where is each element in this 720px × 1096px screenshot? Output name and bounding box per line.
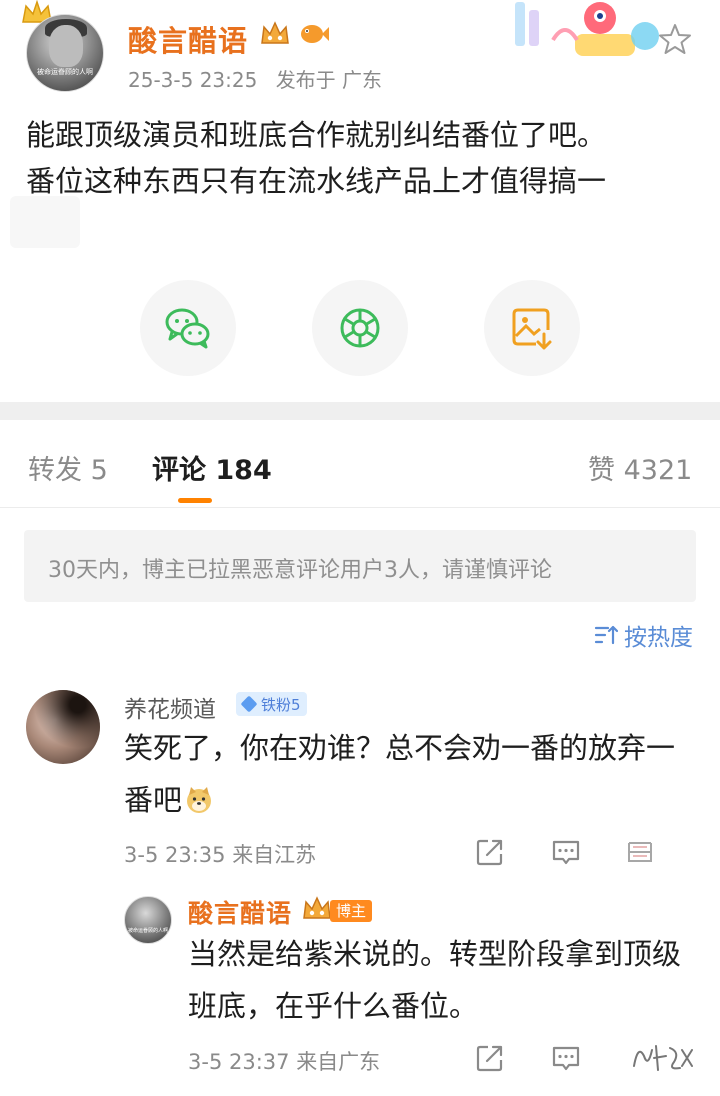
avatar-caption: 被命运眷顾的人啊 xyxy=(127,928,168,934)
share-comment-icon[interactable] xyxy=(474,836,506,868)
comment-time: 3-5 23:35 xyxy=(124,843,226,867)
reply-author-avatar[interactable]: 被命运眷顾的人啊 xyxy=(124,896,172,944)
fan-badge: 铁粉5 xyxy=(236,692,307,716)
reply-meta: 3-5 23:37 来自广东 xyxy=(188,1046,380,1076)
author-name[interactable]: 酸言醋语 xyxy=(128,18,248,60)
author-badge: 博主 xyxy=(330,900,373,922)
post-time: 25-3-5 23:25 xyxy=(128,68,258,92)
sort-icon xyxy=(594,625,618,645)
post-content: 能跟顶级演员和班底合作就别纠结番位了吧。 番位这种东西只有在流水线产品上才值得搞… xyxy=(26,112,706,204)
vip-crown-icon xyxy=(261,21,289,44)
faded-overlay xyxy=(10,196,80,248)
reply-time: 3-5 23:37 xyxy=(188,1050,290,1074)
moments-icon xyxy=(340,308,380,348)
notice-text: 30天内，博主已拉黑恶意评论用户3人，请谨慎评论 xyxy=(48,558,552,583)
reply-icon[interactable] xyxy=(550,836,582,868)
tab-bar: 转发 5 评论 184 赞 4321 xyxy=(0,420,720,508)
doge-emoji-icon xyxy=(187,787,212,813)
reply-location: 来自广东 xyxy=(296,1050,381,1074)
reply-author-name[interactable]: 酸言醋语 xyxy=(188,894,292,930)
post-meta: 25-3-5 23:25 发布于 广东 xyxy=(128,64,394,93)
post-text-line: 番位这种东西只有在流水线产品上才值得搞一 xyxy=(26,164,607,198)
like-icon[interactable] xyxy=(624,836,656,868)
share-moments-button[interactable] xyxy=(312,280,408,376)
share-row xyxy=(0,280,720,376)
wechat-icon xyxy=(165,308,210,349)
vip-crown-icon xyxy=(303,896,331,919)
share-comment-icon[interactable] xyxy=(474,1042,506,1074)
author-avatar[interactable]: 被命运眷顾的人啊 xyxy=(26,14,104,92)
reply-text: 当然是给紫米说的。转型阶段拿到顶级班底，在乎什么番位。 xyxy=(188,937,682,1023)
reply-icon[interactable] xyxy=(550,1042,582,1074)
share-wechat-button[interactable] xyxy=(140,280,236,376)
post-header: 被命运眷顾的人啊 酸言醋语 25-3-5 23:25 发布于 广东 xyxy=(0,0,720,100)
comment-location: 来自江苏 xyxy=(232,843,317,867)
post-text-line: 能跟顶级演员和班底合作就别纠结番位了吧。 xyxy=(26,118,607,152)
commenter-name[interactable]: 养花频道 xyxy=(124,690,216,724)
save-image-icon xyxy=(512,308,552,350)
commenter-avatar[interactable] xyxy=(26,690,100,764)
section-divider xyxy=(0,402,720,420)
sort-button[interactable]: 按热度 xyxy=(594,620,693,651)
diamond-icon xyxy=(240,695,258,713)
watermark-signature xyxy=(633,1045,693,1071)
avatar-caption: 被命运眷顾的人啊 xyxy=(37,68,93,76)
active-tab-indicator xyxy=(178,498,212,503)
sort-label: 按热度 xyxy=(624,625,693,651)
tab-repost[interactable]: 转发 5 xyxy=(28,448,108,487)
fish-icon xyxy=(301,25,329,43)
tab-likes[interactable]: 赞 4321 xyxy=(588,448,692,487)
blocked-users-notice: 30天内，博主已拉黑恶意评论用户3人，请谨慎评论 xyxy=(24,530,696,602)
comment-text: 笑死了，你在劝谁？总不会劝一番的放弃一番吧 xyxy=(124,722,694,826)
comment-meta: 3-5 23:35 来自江苏 xyxy=(124,839,316,869)
post-location: 发布于 广东 xyxy=(275,68,383,92)
tab-comments[interactable]: 评论 184 xyxy=(152,448,272,487)
fan-badge-label: 铁粉5 xyxy=(261,695,301,714)
favorite-star-icon[interactable] xyxy=(658,22,692,56)
save-image-button[interactable] xyxy=(484,280,580,376)
